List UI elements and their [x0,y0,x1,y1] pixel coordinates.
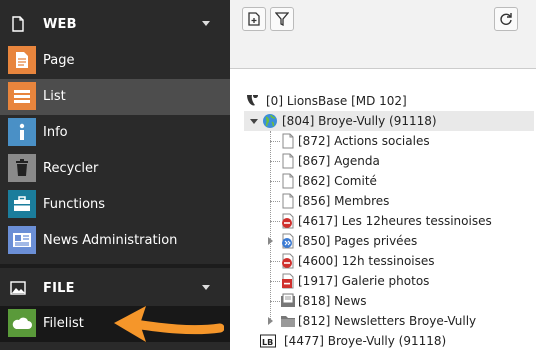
hidden-page-icon [282,253,294,269]
module-info[interactable]: Info [0,115,230,151]
page-icon [282,133,294,149]
hidden-page-icon [282,273,294,289]
folder-icon [281,316,295,327]
recycler-module-icon [8,154,36,182]
module-label: News Administration [43,233,178,248]
tree-guide-line [270,201,280,202]
module-page[interactable]: Page [0,43,230,79]
module-label: Recycler [43,161,99,176]
tree-guide-line [270,181,280,182]
tree-node-label: [872] Actions sociales [298,134,430,148]
new-page-icon [248,12,260,26]
page-module-icon [8,46,36,74]
restricted-page-icon [282,233,294,249]
tree-node-label: [1917] Galerie photos [298,274,430,288]
news-module-icon [8,226,36,254]
info-module-icon [8,118,36,146]
file-group-title: FILE [43,280,75,296]
page-icon [282,193,294,209]
tree-toolbar [230,0,536,69]
module-label: Page [43,53,75,68]
tree-node-label: [856] Membres [298,194,390,208]
tree-node-label: [818] News [298,294,367,308]
module-label: List [43,89,66,104]
new-page-button[interactable] [242,7,266,31]
tree-node-label: [812] Newsletters Broye-Vully [298,314,477,328]
tree-node-label: [867] Agenda [298,154,380,168]
document-icon [12,16,24,32]
module-functions[interactable]: Functions [0,187,230,223]
expand-toggle-icon[interactable] [268,317,273,325]
chevron-down-icon[interactable] [202,21,210,26]
news-folder-icon [281,293,295,307]
expand-toggle-icon[interactable] [268,237,273,245]
tree-node-label: [0] LionsBase [MD 102] [266,94,407,108]
chevron-down-icon[interactable] [202,285,210,290]
module-label: Filelist [43,316,84,331]
annotation-arrow-icon [114,306,224,342]
tree-guide-line [270,161,280,162]
page-icon [282,153,294,169]
tree-guide-line [270,261,280,262]
module-label: Info [43,125,68,140]
refresh-button[interactable] [494,7,518,31]
tree-guide-line [270,221,280,222]
web-group-title: WEB [43,16,77,32]
tree-guide-line [270,301,280,302]
tree-guide-line [270,131,271,321]
tree-node-label: [804] Broye-Vully (91118) [282,114,437,128]
image-icon [10,281,26,295]
page-icon [282,173,294,189]
hidden-page-icon [282,213,294,229]
tree-node-label: [862] Comité [298,174,377,188]
module-label: Functions [43,197,106,212]
tree-node-label: [4617] Les 12heures tessinoises [298,214,492,228]
filter-button[interactable] [270,7,294,31]
globe-icon [263,114,277,128]
expand-toggle-icon[interactable] [250,119,258,124]
tree-site-node[interactable]: [804] Broye-Vully (91118) [248,111,528,131]
svg-text:LB: LB [262,338,273,347]
tree-root-node[interactable]: [0] LionsBase [MD 102] [244,91,524,111]
list-module-icon [8,82,36,110]
module-recycler[interactable]: Recycler [0,151,230,187]
tree-node-label: [4600] 12h tessinoises [298,254,435,268]
module-menu: WEB Page List Info Recycler Functions Ne… [0,0,230,350]
tree-node-label: [4477] Broye-Vully (91118) [284,334,447,348]
tree-guide-line [270,281,280,282]
typo3-logo-icon [247,95,258,106]
filelist-module-icon [8,309,36,337]
lb-site-icon: LB [260,334,276,348]
module-list[interactable]: List [0,79,230,115]
module-news-administration[interactable]: News Administration [0,223,230,259]
refresh-icon [500,13,512,25]
page-tree-panel: [0] LionsBase [MD 102] [804] Broye-Vully… [230,0,536,350]
tree-guide-line [270,141,280,142]
web-group-header[interactable]: WEB [0,4,230,44]
tree-site-node[interactable]: LB [4477] Broye-Vully (91118) [260,331,530,351]
tree-node-label: [850] Pages privées [298,234,418,248]
functions-module-icon [8,190,36,218]
filter-icon [275,12,289,26]
